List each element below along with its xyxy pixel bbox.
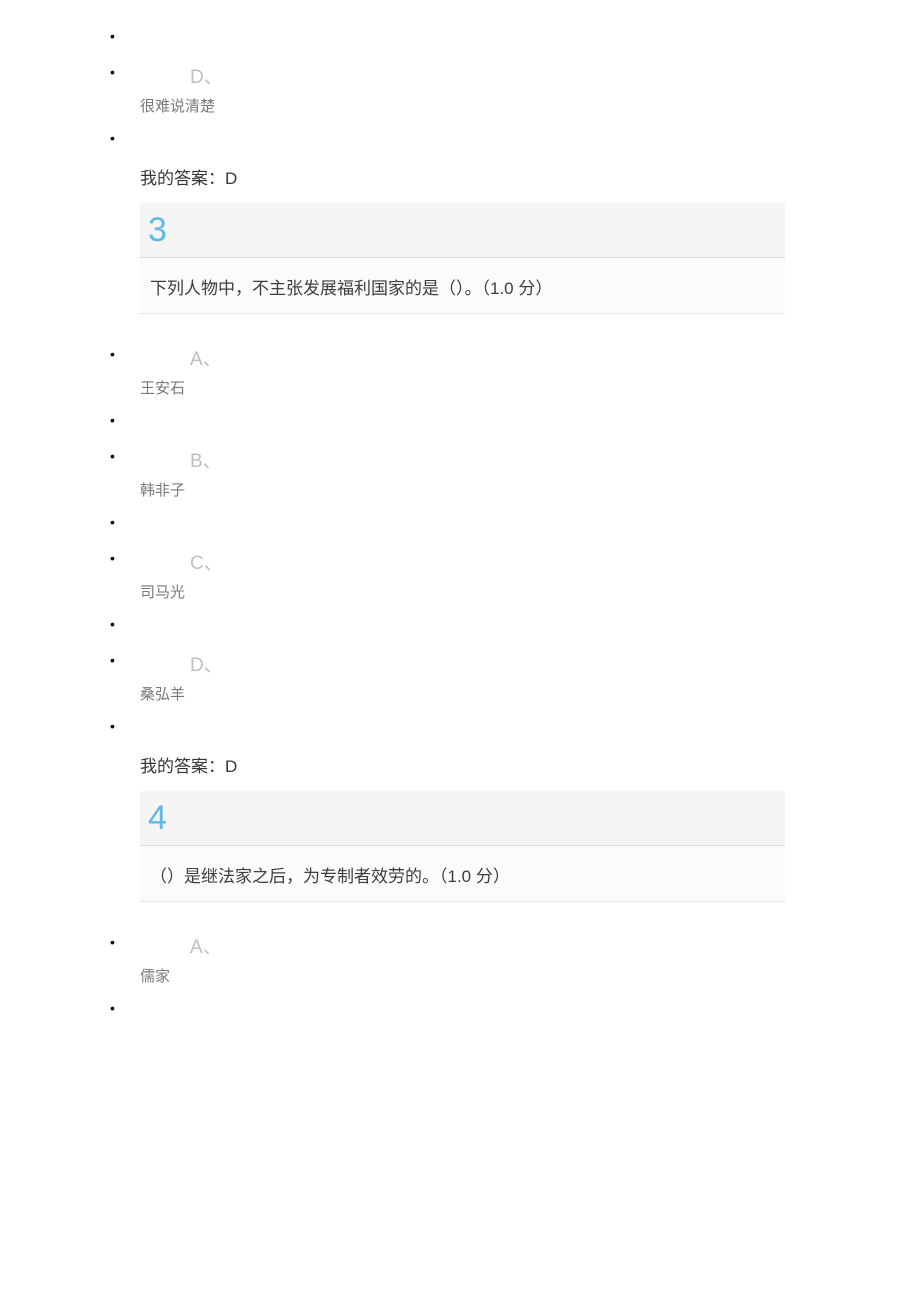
option-text-c: 司马光	[140, 584, 185, 601]
q2-answer: 我的答案：D	[0, 158, 920, 199]
q3-option-b[interactable]: B、 韩非子	[95, 440, 920, 506]
option-letter-a: A、	[140, 344, 920, 371]
question-4: 4 （）是继法家之后，为专制者效劳的。（1.0 分）	[140, 791, 785, 902]
option-letter-d: D、	[140, 62, 920, 89]
q3-spacer-b	[95, 506, 920, 542]
q3-spacer-c	[95, 608, 920, 644]
option-letter-b: B、	[140, 446, 920, 473]
q2-option-d-wrapper: D、 很难说清楚	[0, 20, 920, 158]
q4-number: 4	[140, 791, 785, 846]
q3-option-d[interactable]: D、 桑弘羊	[95, 644, 920, 710]
q2-spacer-2	[95, 122, 920, 158]
q3-option-c[interactable]: C、 司马光	[95, 542, 920, 608]
q4-spacer-a	[95, 992, 920, 1028]
option-text-d: 很难说清楚	[140, 98, 215, 115]
q3-option-a[interactable]: A、 王安石	[95, 338, 920, 404]
option-letter-c: C、	[140, 548, 920, 575]
option-letter-d: D、	[140, 650, 920, 677]
q4-option-a[interactable]: A、 儒家	[95, 926, 920, 992]
option-text-b: 韩非子	[140, 482, 185, 499]
option-letter-a: A、	[140, 932, 920, 959]
q3-spacer-a	[95, 404, 920, 440]
option-text-d: 桑弘羊	[140, 686, 185, 703]
q3-spacer-d	[95, 710, 920, 746]
q2-spacer-1	[95, 20, 920, 56]
q2-option-d[interactable]: D、 很难说清楚	[95, 56, 920, 122]
option-text-a: 王安石	[140, 380, 185, 397]
q3-text: 下列人物中，不主张发展福利国家的是（）。（1.0 分）	[140, 258, 785, 314]
q3-answer: 我的答案：D	[0, 746, 920, 787]
option-text-a: 儒家	[140, 968, 170, 985]
q3-options: A、 王安石 B、 韩非子 C、 司马光 D、 桑弘羊	[0, 338, 920, 746]
q3-number: 3	[140, 203, 785, 258]
q4-text: （）是继法家之后，为专制者效劳的。（1.0 分）	[140, 846, 785, 902]
q4-options: A、 儒家	[0, 926, 920, 1028]
question-3: 3 下列人物中，不主张发展福利国家的是（）。（1.0 分）	[140, 203, 785, 314]
